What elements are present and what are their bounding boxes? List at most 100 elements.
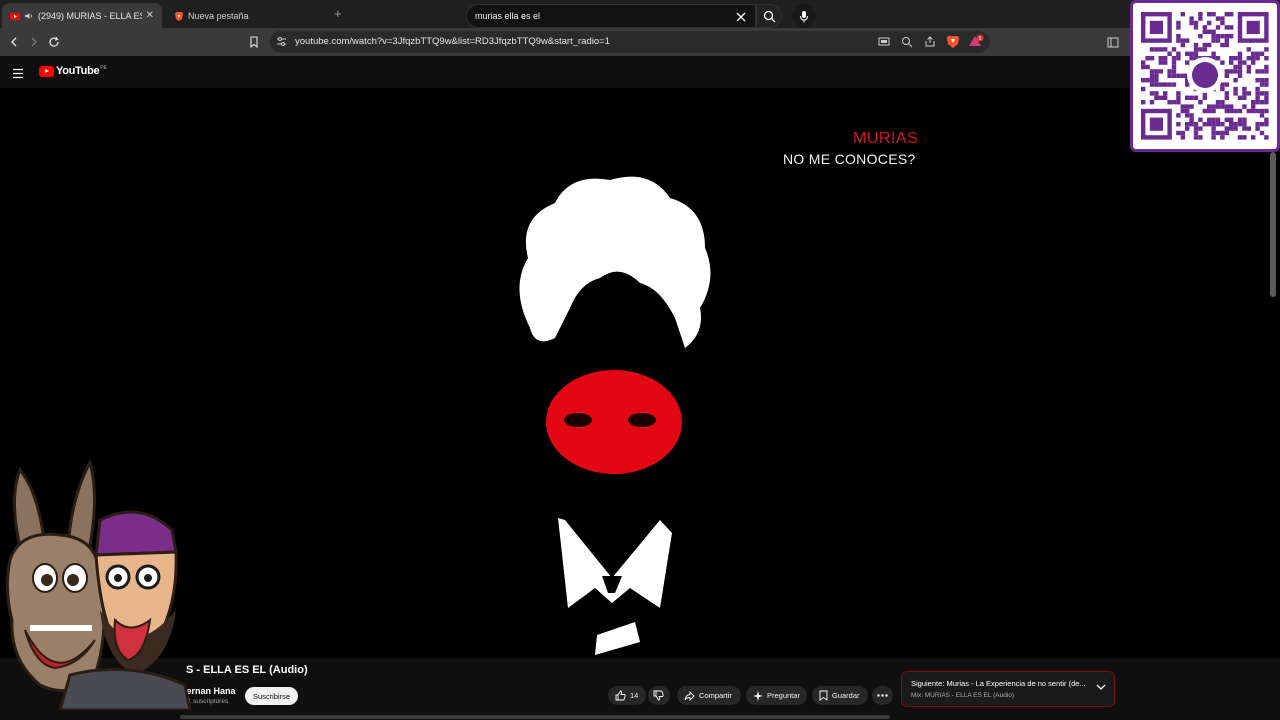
dislike-button[interactable] [648, 686, 670, 705]
qr-module [1171, 47, 1177, 52]
qr-module [1242, 117, 1247, 122]
brave-shields-icon[interactable] [946, 34, 960, 49]
qr-module [1189, 16, 1194, 21]
qr-module [1211, 51, 1216, 56]
qr-module [1211, 122, 1216, 127]
qr-module [1251, 60, 1256, 65]
share-button[interactable]: Compartir [677, 686, 741, 705]
bookmark-icon[interactable] [246, 34, 262, 50]
qr-module [1211, 126, 1216, 131]
close-tab-icon[interactable]: ✕ [146, 10, 154, 21]
save-button[interactable]: Guardar [812, 686, 868, 705]
qr-module [1220, 135, 1225, 140]
qr-module [1154, 78, 1159, 83]
youtube-logo[interactable]: YouTube PE [39, 65, 107, 77]
qr-module [1229, 25, 1234, 30]
brave-rewards-icon[interactable]: 5 [968, 34, 984, 49]
qr-module [1264, 78, 1269, 83]
clear-search-icon[interactable] [736, 9, 746, 27]
qr-module [1171, 73, 1177, 78]
qr-module [1158, 60, 1163, 65]
qr-module [1237, 117, 1243, 122]
subscribe-button[interactable]: Suscribirse [245, 687, 298, 705]
qr-module [1202, 95, 1207, 100]
search-input[interactable]: murias ella es el [466, 4, 756, 28]
svg-text:5: 5 [979, 36, 982, 42]
reload-icon[interactable] [46, 34, 62, 50]
qr-module [1158, 69, 1163, 74]
qr-module [1202, 42, 1207, 48]
qr-module [1264, 100, 1269, 105]
qr-module [1255, 51, 1260, 56]
qr-module [1171, 69, 1177, 74]
qr-module [1202, 47, 1207, 52]
qr-module [1211, 135, 1216, 140]
qr-module [1242, 60, 1247, 65]
qr-finder-center [1246, 20, 1260, 34]
youtube-play-icon [39, 65, 54, 77]
qr-module [1246, 91, 1251, 96]
qr-module [1224, 69, 1229, 74]
qr-module [1185, 38, 1190, 43]
more-actions-button[interactable] [872, 686, 893, 705]
qr-module [1176, 100, 1181, 105]
tab-new[interactable]: Nueva pestaña [166, 3, 326, 28]
qr-finder-center [1149, 117, 1163, 131]
qr-module [1229, 117, 1234, 122]
zoom-icon[interactable] [901, 36, 913, 48]
back-icon[interactable] [6, 34, 22, 50]
page-scrollbar[interactable] [1270, 152, 1276, 297]
qr-module [1189, 51, 1194, 56]
horizontal-scrollbar[interactable] [180, 715, 890, 719]
ask-button[interactable]: Preguntar [746, 686, 807, 705]
qr-module [1171, 82, 1177, 87]
site-settings-icon[interactable] [276, 36, 287, 47]
sidebar-toggle-icon[interactable] [1105, 34, 1121, 50]
forward-icon[interactable] [26, 34, 42, 50]
qr-module [1145, 64, 1150, 70]
tab-youtube[interactable]: (2949) MURIAS - ELLA ES EL ( ✕ [2, 3, 162, 28]
qr-module [1211, 108, 1216, 114]
qr-module [1251, 100, 1256, 105]
like-button[interactable]: 14 [608, 686, 646, 705]
up-next-card[interactable]: Siguiente: Murias - La Experiencia de no… [901, 671, 1115, 707]
qr-module [1255, 86, 1260, 92]
qr-module [1189, 122, 1194, 127]
qr-module [1193, 20, 1199, 26]
qr-module [1229, 122, 1234, 127]
search-button[interactable] [756, 4, 782, 28]
qr-module [1202, 122, 1207, 127]
qr-module [1215, 100, 1221, 105]
qr-module [1259, 51, 1265, 56]
voice-search-button[interactable] [792, 4, 816, 28]
share-icon[interactable] [924, 36, 936, 48]
qr-module [1207, 20, 1212, 26]
speaker-icon[interactable] [24, 11, 34, 21]
new-tab-icon[interactable]: + [334, 6, 342, 21]
address-bar[interactable]: youtube.com/watch?v=3JfqzbTTQ9w&list=RD3… [270, 31, 990, 53]
cast-icon[interactable] [878, 37, 890, 47]
qr-module [1259, 69, 1265, 74]
search-icon [763, 10, 775, 22]
qr-module [1185, 60, 1190, 65]
qr-module [1193, 47, 1199, 52]
chevron-down-icon[interactable] [1096, 683, 1106, 691]
search-input-value: murias ella es el [475, 11, 541, 21]
qr-module [1167, 51, 1172, 56]
qr-module [1259, 108, 1265, 114]
qr-module [1189, 104, 1194, 109]
qr-module [1141, 78, 1146, 83]
guide-menu-icon[interactable] [12, 66, 24, 84]
qr-module [1211, 34, 1216, 39]
qr-module [1229, 108, 1234, 114]
qr-module [1198, 126, 1203, 131]
qr-module [1180, 12, 1185, 17]
brave-lion-icon [175, 11, 183, 21]
qr-module [1215, 16, 1221, 21]
qr-module [1220, 16, 1225, 21]
qr-module [1176, 122, 1181, 127]
qr-module [1207, 42, 1212, 48]
qr-module [1229, 126, 1234, 131]
up-next-title: Siguiente: Murias - La Experiencia de no… [911, 679, 1086, 688]
overlay-song-text: NO ME CONOCES? [783, 151, 916, 167]
